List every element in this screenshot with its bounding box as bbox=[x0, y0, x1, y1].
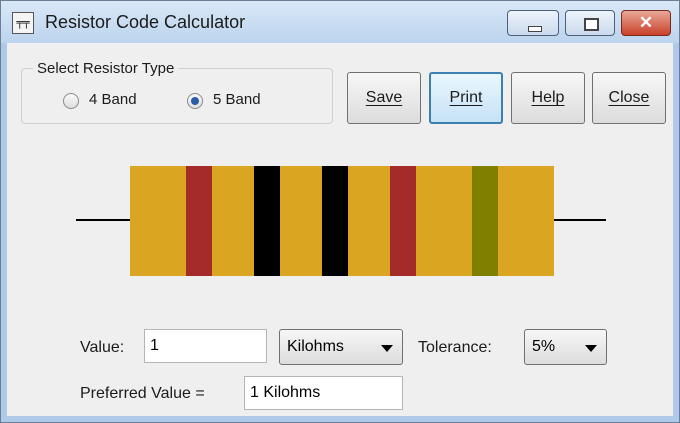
resistor-calculator-window: ╤╤ Resistor Code Calculator ✕ Select Res… bbox=[0, 0, 680, 423]
resistor-lead-right bbox=[552, 219, 606, 221]
preferred-value-label: Preferred Value = bbox=[80, 385, 205, 402]
unit-select-value: Kilohms bbox=[287, 338, 344, 355]
resistor-band-2 bbox=[254, 166, 280, 276]
resistor-lead-left bbox=[76, 219, 132, 221]
value-label: Value: bbox=[80, 339, 125, 356]
chevron-down-icon bbox=[381, 345, 393, 352]
radio-5-band-label[interactable]: 5 Band bbox=[213, 91, 261, 108]
preferred-value-field: 1 Kilohms bbox=[244, 376, 403, 410]
client-area: Select Resistor Type 4 Band 5 Band Save … bbox=[7, 43, 673, 416]
help-button[interactable]: Help bbox=[511, 72, 585, 124]
resistor-app-icon: ╤╤ bbox=[12, 12, 34, 34]
save-button[interactable]: Save bbox=[347, 72, 421, 124]
close-window-button[interactable]: ✕ bbox=[621, 10, 671, 36]
resistor-type-label: Select Resistor Type bbox=[33, 60, 179, 77]
resistor-band-4 bbox=[390, 166, 416, 276]
chevron-down-icon bbox=[585, 345, 597, 352]
unit-select[interactable]: Kilohms bbox=[279, 329, 403, 365]
resistor-band-1 bbox=[186, 166, 212, 276]
close-button[interactable]: Close bbox=[592, 72, 666, 124]
radio-4-band-label[interactable]: 4 Band bbox=[89, 91, 137, 108]
print-button[interactable]: Print bbox=[429, 72, 503, 124]
resistor-band-3 bbox=[322, 166, 348, 276]
maximize-icon bbox=[584, 18, 599, 31]
tolerance-label: Tolerance: bbox=[418, 339, 492, 356]
tolerance-select[interactable]: 5% bbox=[524, 329, 607, 365]
radio-4-band[interactable] bbox=[63, 93, 79, 109]
value-input[interactable]: 1 bbox=[144, 329, 267, 363]
minimize-button[interactable] bbox=[507, 10, 559, 36]
resistor-tolerance-band bbox=[472, 166, 498, 276]
close-icon: ✕ bbox=[638, 13, 654, 32]
window-title: Resistor Code Calculator bbox=[45, 12, 246, 32]
radio-5-band[interactable] bbox=[187, 93, 203, 109]
tolerance-select-value: 5% bbox=[532, 338, 556, 355]
minimize-icon bbox=[528, 26, 542, 32]
radio-selected-dot bbox=[191, 97, 199, 105]
maximize-button[interactable] bbox=[565, 10, 615, 36]
title-bar[interactable]: ╤╤ Resistor Code Calculator ✕ bbox=[1, 1, 679, 43]
